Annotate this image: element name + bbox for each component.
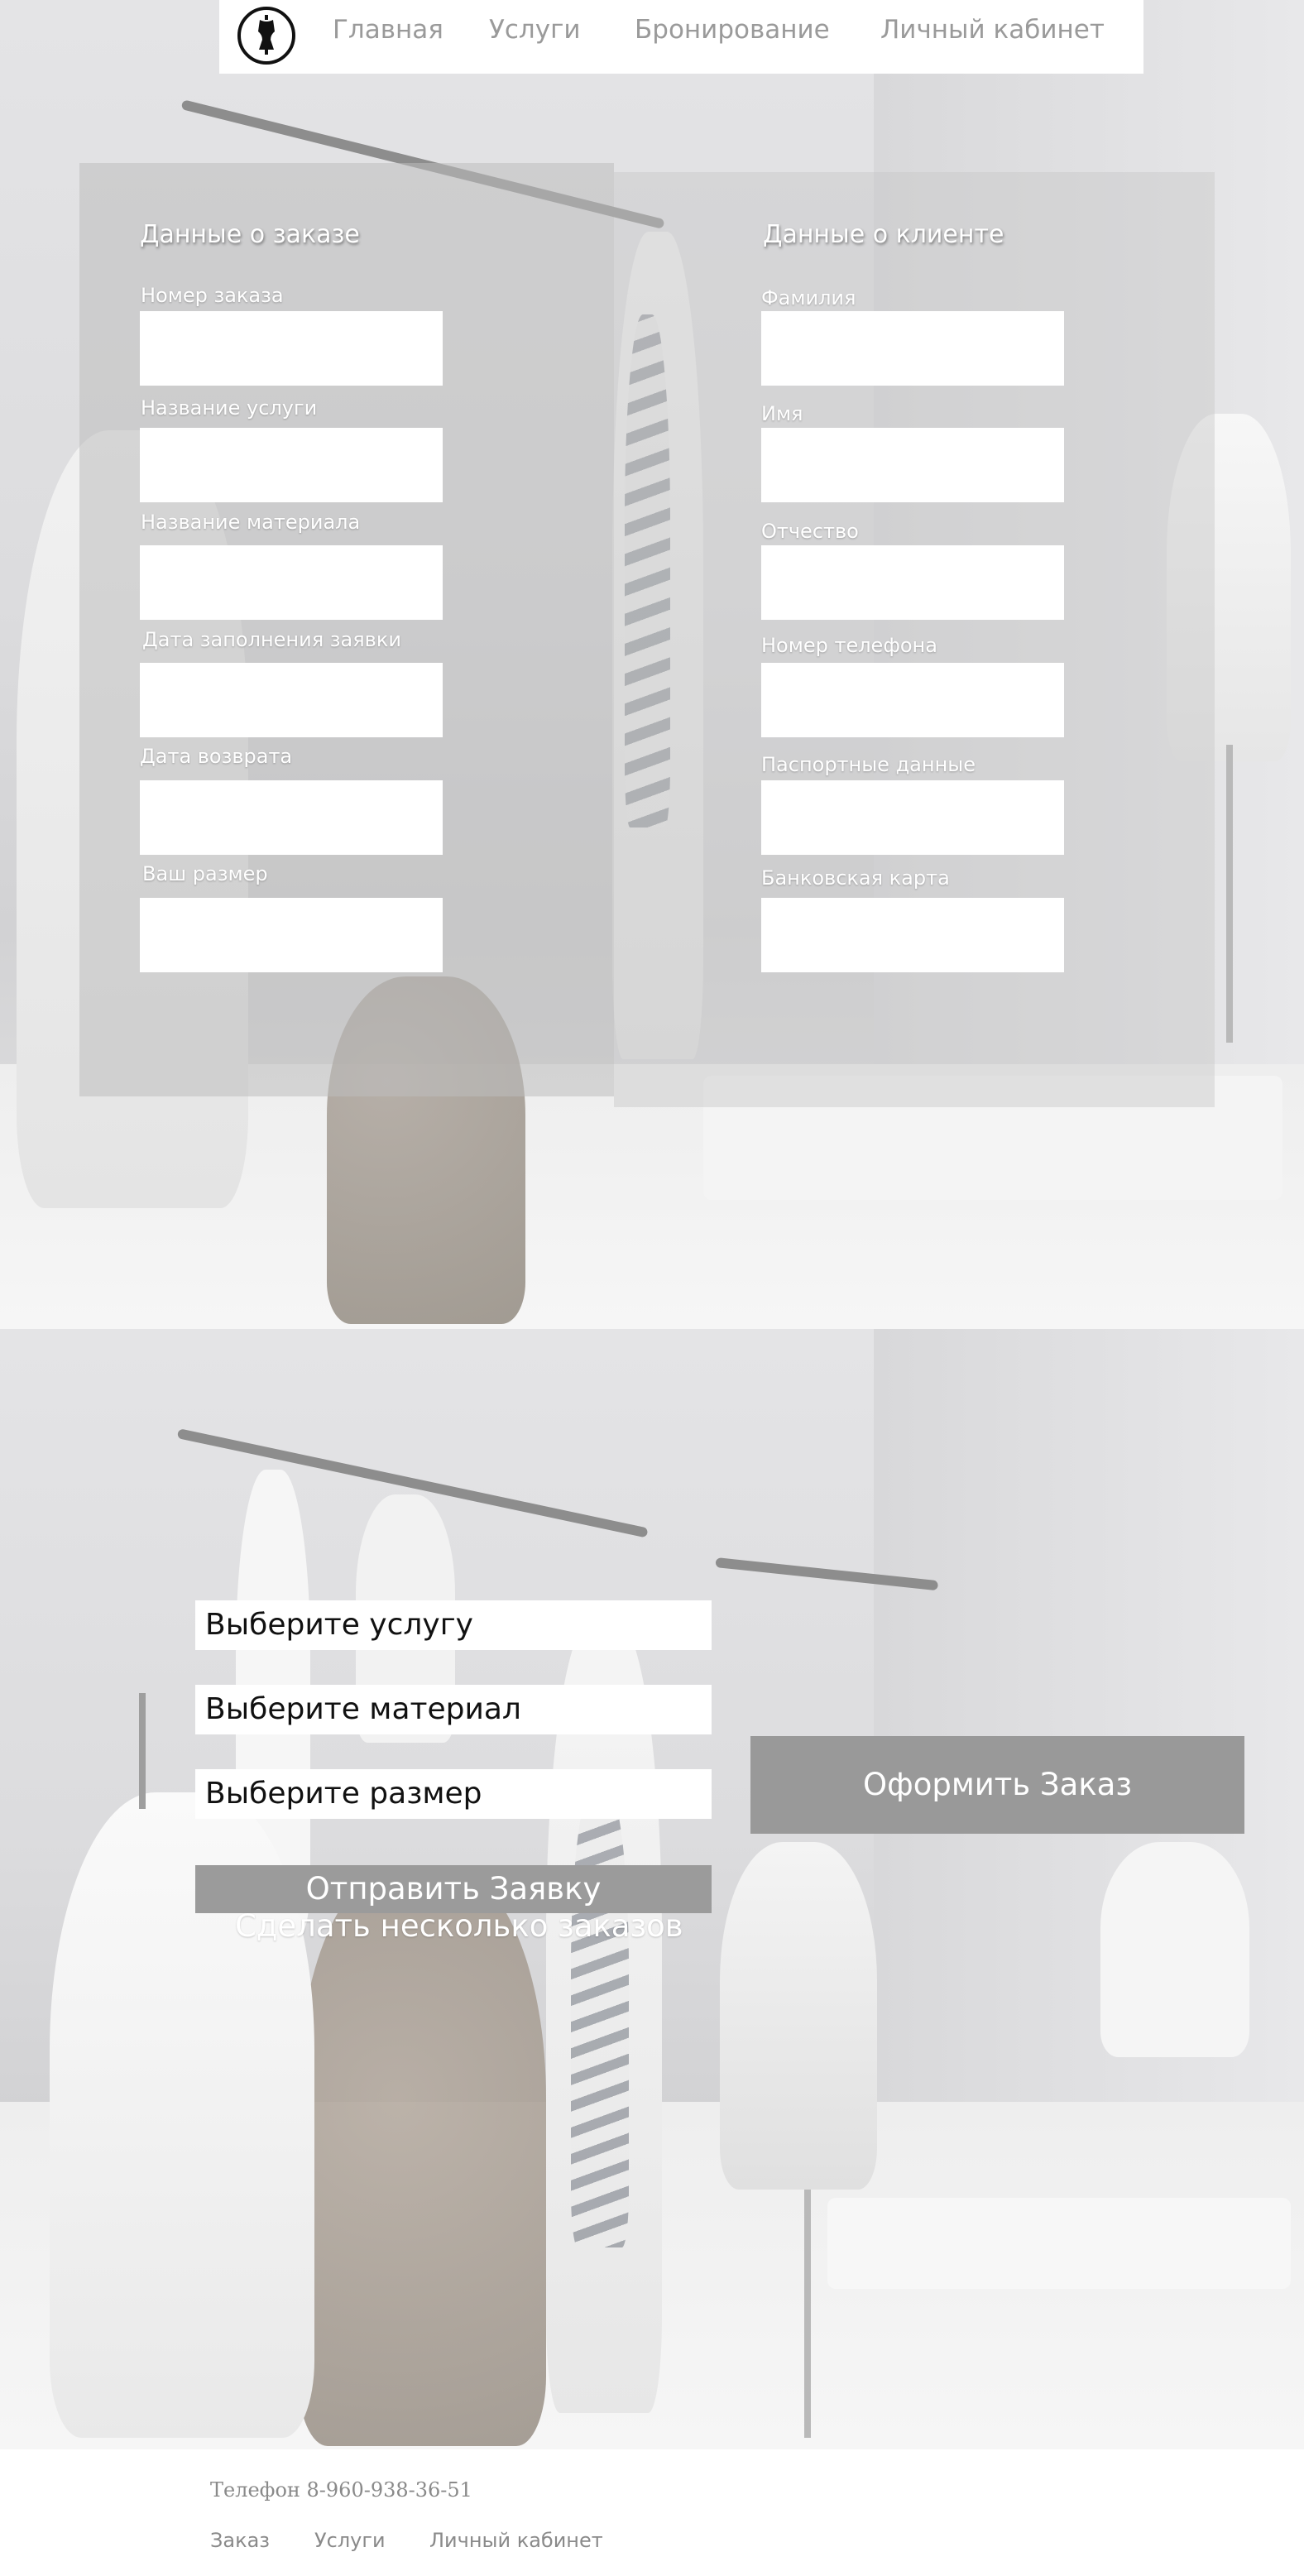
passport-input[interactable] (761, 780, 1064, 855)
material-select[interactable]: Выберите материал (195, 1685, 712, 1734)
passport-label: Паспортные данные (761, 753, 976, 776)
mannequin-icon (258, 15, 275, 55)
service-name-label: Название услуги (141, 396, 318, 420)
bank-card-label: Банковская карта (761, 866, 950, 890)
nav-services[interactable]: Услуги (489, 15, 581, 45)
first-name-input[interactable] (761, 428, 1064, 502)
nav-booking[interactable]: Бронирование (635, 15, 830, 45)
footer-link-services[interactable]: Услуги (314, 2529, 386, 2552)
patronymic-label: Отчество (761, 520, 859, 543)
order-number-label: Номер заказа (141, 284, 284, 307)
service-select[interactable]: Выберите услугу (195, 1600, 712, 1650)
nav-home[interactable]: Главная (333, 15, 443, 45)
order-section-title: Данные о заказе (140, 220, 360, 249)
footer-link-account[interactable]: Личный кабинет (429, 2529, 603, 2552)
footer-phone: Телефон 8-960-938-36-51 (210, 2478, 472, 2502)
size-input[interactable] (140, 898, 443, 972)
request-date-label: Дата заполнения заявки (142, 628, 401, 651)
phone-label: Номер телефона (761, 634, 937, 657)
return-date-input[interactable] (140, 780, 443, 855)
order-number-input[interactable] (140, 311, 443, 386)
nav-account[interactable]: Личный кабинет (880, 15, 1105, 45)
patronymic-input[interactable] (761, 545, 1064, 620)
phone-input[interactable] (761, 663, 1064, 737)
size-select[interactable]: Выберите размер (195, 1769, 712, 1819)
multiple-orders-link[interactable]: Сделать несколько заказов (235, 1908, 683, 1944)
footer-link-order[interactable]: Заказ (210, 2529, 270, 2552)
bank-card-input[interactable] (761, 898, 1064, 972)
client-section-title: Данные о клиенте (763, 220, 1004, 249)
return-date-label: Дата возврата (140, 745, 293, 768)
logo[interactable] (237, 7, 295, 65)
surname-label: Фамилия (761, 286, 856, 309)
material-name-input[interactable] (140, 545, 443, 620)
request-date-input[interactable] (140, 663, 443, 737)
first-name-label: Имя (761, 402, 803, 425)
checkout-button[interactable]: Оформить Заказ (750, 1736, 1244, 1834)
material-name-label: Название материала (141, 511, 361, 534)
top-navigation: Главная Услуги Бронирование Личный кабин… (219, 0, 1143, 74)
surname-input[interactable] (761, 311, 1064, 386)
footer: Телефон 8-960-938-36-51 Заказ Услуги Лич… (0, 2449, 1304, 2576)
send-request-button[interactable]: Отправить Заявку (195, 1865, 712, 1913)
service-name-input[interactable] (140, 428, 443, 502)
size-label: Ваш размер (142, 862, 268, 885)
